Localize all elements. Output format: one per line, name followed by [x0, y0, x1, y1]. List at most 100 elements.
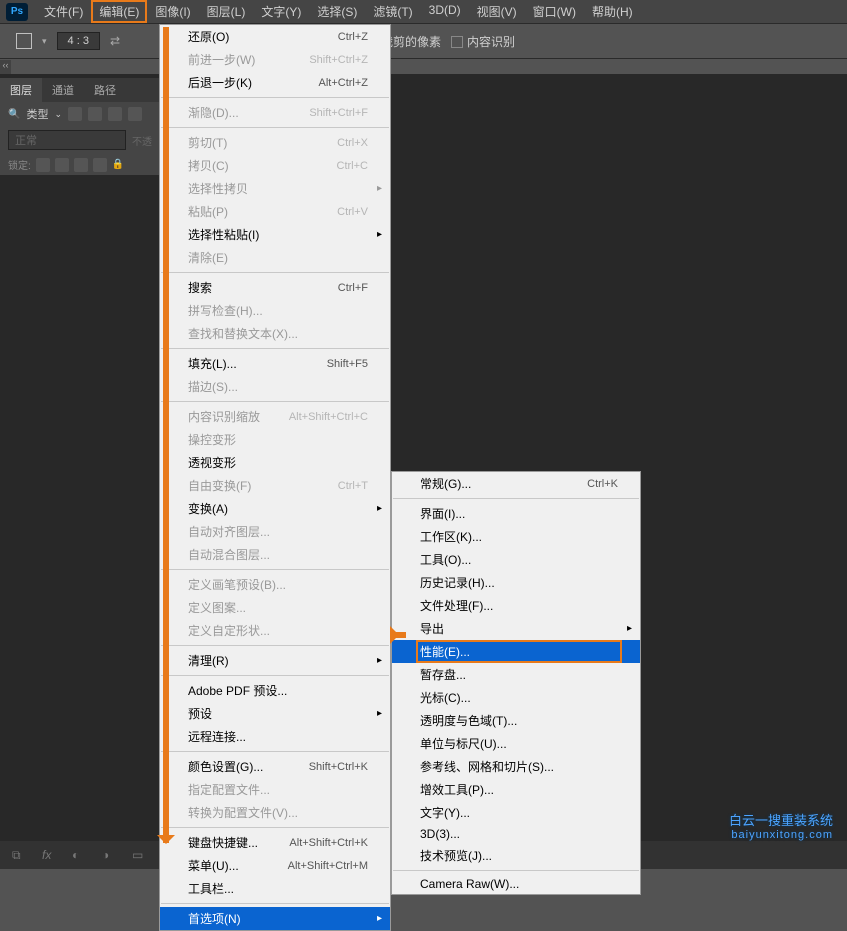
menu-item-label: 工具栏... — [188, 880, 234, 897]
menu-item-label: 定义图案... — [188, 599, 246, 616]
prefs-item-0[interactable]: 常规(G)...Ctrl+K — [392, 472, 640, 495]
filter-adjust-icon[interactable] — [88, 107, 102, 121]
menu-item-label: 工作区(K)... — [420, 528, 482, 545]
menu-item-shortcut: Shift+F5 — [327, 358, 368, 370]
prefs-separator — [393, 870, 639, 871]
edit-item-35[interactable]: 预设 — [160, 702, 390, 725]
menu-0[interactable]: 文件(F) — [36, 0, 91, 23]
filter-text-icon[interactable] — [108, 107, 122, 121]
edit-separator — [161, 348, 389, 349]
menubar: Ps 文件(F)编辑(E)图像(I)图层(L)文字(Y)选择(S)滤镜(T)3D… — [0, 0, 847, 24]
edit-item-24[interactable]: 变换(A) — [160, 497, 390, 520]
lock-artboard-icon[interactable] — [74, 158, 88, 172]
prefs-item-6[interactable]: 文件处理(F)... — [392, 594, 640, 617]
menu-8[interactable]: 视图(V) — [469, 0, 525, 23]
group-icon[interactable]: ▭ — [132, 848, 148, 862]
lock-position-icon[interactable] — [55, 158, 69, 172]
prefs-item-11[interactable]: 透明度与色域(T)... — [392, 709, 640, 732]
menu-item-shortcut: Shift+Ctrl+Z — [309, 54, 368, 66]
crop-tool-icon[interactable] — [16, 33, 32, 49]
edit-item-46[interactable]: 首选项(N) — [160, 907, 390, 930]
menu-item-label: 历史记录(H)... — [420, 574, 495, 591]
prefs-item-14[interactable]: 增效工具(P)... — [392, 778, 640, 801]
edit-item-11: 清除(E) — [160, 246, 390, 269]
menu-1[interactable]: 编辑(E) — [91, 0, 147, 23]
prefs-item-5[interactable]: 历史记录(H)... — [392, 571, 640, 594]
prefs-item-12[interactable]: 单位与标尺(U)... — [392, 732, 640, 755]
menu-item-shortcut: Ctrl+Z — [338, 31, 368, 43]
prefs-item-16[interactable]: 3D(3)... — [392, 824, 640, 844]
prefs-item-15[interactable]: 文字(Y)... — [392, 801, 640, 824]
mask-icon[interactable]: ◐ — [72, 848, 88, 862]
prefs-item-3[interactable]: 工作区(K)... — [392, 525, 640, 548]
prefs-separator — [393, 498, 639, 499]
app-logo: Ps — [6, 3, 28, 21]
edit-item-38[interactable]: 颜色设置(G)...Shift+Ctrl+K — [160, 755, 390, 778]
prefs-item-7[interactable]: 导出 — [392, 617, 640, 640]
edit-item-36[interactable]: 远程连接... — [160, 725, 390, 748]
edit-item-2[interactable]: 后退一步(K)Alt+Ctrl+Z — [160, 71, 390, 94]
edit-separator — [161, 272, 389, 273]
panel-tabs: 图层 通道 路径 — [0, 78, 160, 102]
menu-5[interactable]: 选择(S) — [309, 0, 365, 23]
aspect-ratio-input[interactable]: 4 : 3 — [57, 32, 100, 50]
menu-item-label: 透明度与色域(T)... — [420, 712, 517, 729]
menu-10[interactable]: 帮助(H) — [584, 0, 641, 23]
tab-paths[interactable]: 路径 — [84, 78, 126, 102]
menu-4[interactable]: 文字(Y) — [253, 0, 309, 23]
menu-2[interactable]: 图像(I) — [147, 0, 198, 23]
fx-icon[interactable]: fx — [42, 848, 58, 862]
menu-item-label: 清除(E) — [188, 249, 228, 266]
menu-item-label: 自由变换(F) — [188, 477, 251, 494]
prefs-item-10[interactable]: 光标(C)... — [392, 686, 640, 709]
lock-icon[interactable]: 🔒 — [112, 159, 124, 170]
prefs-item-9[interactable]: 暂存盘... — [392, 663, 640, 686]
lock-pixels-icon[interactable] — [36, 158, 50, 172]
dropdown-arrow-icon[interactable]: ▾ — [42, 36, 47, 47]
edit-item-0[interactable]: 还原(O)Ctrl+Z — [160, 25, 390, 48]
edit-item-22[interactable]: 透视变形 — [160, 451, 390, 474]
menu-3[interactable]: 图层(L) — [199, 0, 254, 23]
menu-item-shortcut: Ctrl+C — [337, 160, 368, 172]
edit-item-10[interactable]: 选择性粘贴(I) — [160, 223, 390, 246]
lock-all-icon[interactable] — [93, 158, 107, 172]
menu-6[interactable]: 滤镜(T) — [365, 0, 420, 23]
filter-shape-icon[interactable] — [128, 107, 142, 121]
menu-item-label: Adobe PDF 预设... — [188, 682, 287, 699]
edit-separator — [161, 675, 389, 676]
edit-item-42[interactable]: 键盘快捷键...Alt+Shift+Ctrl+K — [160, 831, 390, 854]
menu-item-label: 粘贴(P) — [188, 203, 228, 220]
edit-item-32[interactable]: 清理(R) — [160, 649, 390, 672]
edit-item-17[interactable]: 填充(L)...Shift+F5 — [160, 352, 390, 375]
edit-item-34[interactable]: Adobe PDF 预设... — [160, 679, 390, 702]
prefs-item-17[interactable]: 技术预览(J)... — [392, 844, 640, 867]
edit-item-13[interactable]: 搜索Ctrl+F — [160, 276, 390, 299]
edit-separator — [161, 903, 389, 904]
prefs-item-19[interactable]: Camera Raw(W)... — [392, 874, 640, 894]
prefs-item-13[interactable]: 参考线、网格和切片(S)... — [392, 755, 640, 778]
prefs-item-2[interactable]: 界面(I)... — [392, 502, 640, 525]
link-icon[interactable]: ⧉ — [12, 848, 28, 862]
menu-item-shortcut: Ctrl+X — [337, 137, 368, 149]
menu-item-label: 颜色设置(G)... — [188, 758, 263, 775]
prefs-item-4[interactable]: 工具(O)... — [392, 548, 640, 571]
blend-mode-select[interactable]: 正常 — [8, 130, 126, 150]
menu-item-label: 文件处理(F)... — [420, 597, 493, 614]
tab-layers[interactable]: 图层 — [0, 78, 42, 102]
tab-channels[interactable]: 通道 — [42, 78, 84, 102]
edit-item-18: 描边(S)... — [160, 375, 390, 398]
menu-7[interactable]: 3D(D) — [421, 0, 469, 23]
panel-collapse-toggle[interactable]: ‹‹ — [0, 60, 11, 74]
content-aware-checkbox[interactable]: 内容识别 — [451, 33, 515, 50]
menu-item-label: 增效工具(P)... — [420, 781, 494, 798]
swap-icon[interactable]: ⇄ — [110, 34, 120, 48]
filter-image-icon[interactable] — [68, 107, 82, 121]
adjustment-icon[interactable]: ◑ — [102, 848, 118, 862]
menu-9[interactable]: 窗口(W) — [525, 0, 584, 23]
prefs-item-8[interactable]: 性能(E)... — [392, 640, 640, 663]
edit-item-44[interactable]: 工具栏... — [160, 877, 390, 900]
edit-item-43[interactable]: 菜单(U)...Alt+Shift+Ctrl+M — [160, 854, 390, 877]
edit-item-6: 剪切(T)Ctrl+X — [160, 131, 390, 154]
menu-item-label: 文字(Y)... — [420, 804, 470, 821]
menu-item-label: 首选项(N) — [188, 910, 241, 927]
